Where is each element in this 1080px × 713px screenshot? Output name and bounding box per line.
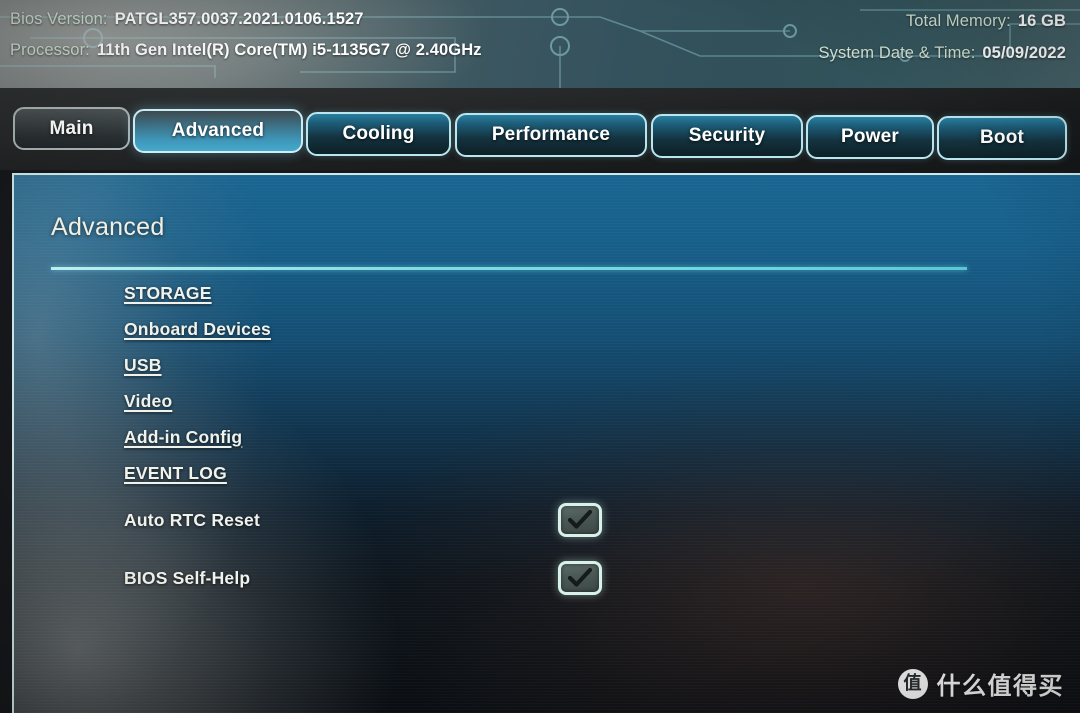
menu-row: Video	[124, 383, 984, 419]
tab-security[interactable]: Security	[651, 114, 803, 158]
system-datetime-line: System Date & Time: 05/09/2022	[819, 44, 1066, 63]
checkbox-auto-rtc-reset[interactable]	[558, 503, 602, 537]
processor-value: 11th Gen Intel(R) Core(TM) i5-1135G7 @ 2…	[96, 41, 482, 59]
menu-row: Onboard Devices	[124, 311, 984, 347]
watermark-text: 什么值得买	[936, 672, 1064, 700]
total-memory-label: Total Memory:	[905, 12, 1011, 30]
bios-version-line: Bios Version: PATGL357.0037.2021.0106.152…	[10, 10, 364, 29]
tab-label: Boot	[979, 127, 1025, 148]
option-label-bios-self-help: BIOS Self-Help	[124, 567, 251, 588]
tab-label: Main	[49, 117, 94, 139]
menu-row: STORAGE	[124, 275, 984, 311]
menu-link-usb[interactable]: USB	[124, 355, 162, 376]
bios-setup-screen: Bios Version: PATGL357.0037.2021.0106.152…	[0, 0, 1080, 713]
system-datetime-label: System Date & Time:	[818, 44, 976, 62]
total-memory-value: 16 GB	[1017, 12, 1066, 30]
bios-tab-bar: Main Advanced Cooling Performance Security Po…	[0, 88, 1080, 170]
option-row: BIOS Self-Help	[124, 549, 984, 607]
bios-header: Bios Version: PATGL357.0037.2021.0106.152…	[0, 0, 1080, 88]
title-divider	[51, 267, 967, 270]
tab-advanced[interactable]: Advanced	[133, 109, 303, 153]
tab-label: Security	[688, 125, 766, 146]
menu-link-onboard-devices[interactable]: Onboard Devices	[124, 319, 271, 340]
advanced-menu-list: STORAGE Onboard Devices USB Video Add-in Con…	[124, 275, 984, 607]
smzdm-logo-icon: 值	[897, 668, 928, 699]
tab-power[interactable]: Power	[806, 115, 934, 159]
menu-link-video[interactable]: Video	[124, 391, 172, 412]
checkmark-icon	[567, 567, 593, 587]
tab-cooling[interactable]: Cooling	[306, 112, 451, 156]
processor-label: Processor:	[10, 41, 90, 59]
tab-performance[interactable]: Performance	[455, 113, 647, 157]
tab-label: Performance	[491, 124, 611, 145]
tab-label: Advanced	[171, 120, 265, 141]
tab-boot[interactable]: Boot	[937, 116, 1067, 160]
option-label-auto-rtc-reset: Auto RTC Reset	[124, 509, 260, 530]
menu-row: Add-in Config	[124, 419, 984, 455]
menu-row: EVENT LOG	[124, 455, 984, 491]
option-row: Auto RTC Reset	[124, 491, 984, 549]
watermark: 值 什么值得买	[897, 666, 1065, 701]
processor-line: Processor: 11th Gen Intel(R) Core(TM) i5-…	[10, 41, 482, 60]
bios-version-value: PATGL357.0037.2021.0106.1527	[114, 10, 364, 28]
page-title: Advanced	[51, 213, 165, 241]
menu-row: USB	[124, 347, 984, 383]
system-datetime-value: 05/09/2022	[982, 44, 1066, 62]
menu-link-storage[interactable]: STORAGE	[124, 283, 212, 304]
checkbox-bios-self-help[interactable]	[558, 561, 602, 595]
bios-version-label: Bios Version:	[10, 10, 108, 28]
menu-link-add-in-config[interactable]: Add-in Config	[124, 427, 242, 448]
tab-label: Cooling	[342, 123, 415, 144]
checkmark-icon	[567, 509, 593, 529]
tab-label: Power	[840, 126, 900, 147]
menu-link-event-log[interactable]: EVENT LOG	[124, 463, 227, 484]
tab-main[interactable]: Main	[13, 107, 130, 150]
advanced-content-panel: Advanced STORAGE Onboard Devices USB Video A…	[12, 173, 1080, 713]
total-memory-line: Total Memory: 16 GB	[906, 12, 1066, 31]
